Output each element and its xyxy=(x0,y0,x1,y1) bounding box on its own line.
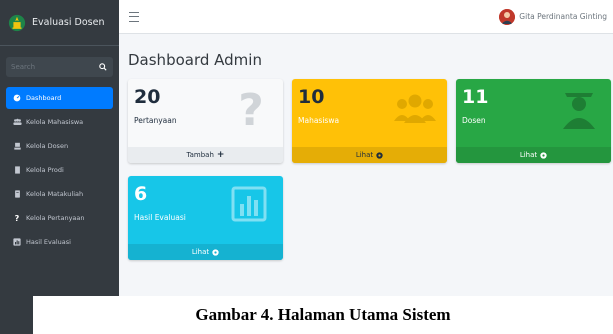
sidebar-item-kelola-pertanyaan[interactable]: ? Kelola Pertanyaan xyxy=(6,207,113,229)
stat-label: Mahasiswa xyxy=(298,116,340,125)
teacher-icon xyxy=(563,93,595,129)
brand[interactable]: Evaluasi Dosen xyxy=(0,0,119,46)
sidebar-item-hasil-evaluasi[interactable]: Hasil Evaluasi xyxy=(6,231,113,253)
user-menu[interactable]: Gita Perdinanta Ginting xyxy=(499,8,607,25)
lihat-mahasiswa-link[interactable]: Lihat xyxy=(292,147,447,163)
user-name: Gita Perdinanta Ginting xyxy=(519,12,607,21)
search-button[interactable] xyxy=(93,57,113,77)
figure-caption: Gambar 4. Halaman Utama Sistem xyxy=(33,296,613,334)
top-navbar: Gita Perdinanta Ginting xyxy=(119,0,613,34)
plus-icon: + xyxy=(216,150,225,160)
eye-icon xyxy=(540,151,547,159)
dashboard-icon xyxy=(12,93,22,103)
sidebar-item-dashboard[interactable]: Dashboard xyxy=(6,87,113,109)
stat-label: Hasil Evaluasi xyxy=(134,213,186,222)
footer-label: Lihat xyxy=(519,151,538,159)
sidebar-item-label: Dashboard xyxy=(26,94,62,102)
building-icon xyxy=(12,165,22,175)
page-title: Dashboard Admin xyxy=(128,51,262,69)
stat-value: 11 xyxy=(462,86,489,108)
users-icon xyxy=(394,94,436,123)
stat-value: 6 xyxy=(134,183,148,205)
users-icon xyxy=(12,117,22,127)
lihat-hasil-evaluasi-link[interactable]: Lihat xyxy=(128,244,283,260)
question-mark-icon: ? xyxy=(238,87,264,131)
sidebar-nav: Dashboard Kelola Mahasiswa Kelola Dosen … xyxy=(0,87,119,253)
main-content: Dashboard Admin 20 Pertanyaan ? Tambah +… xyxy=(119,34,613,334)
search-bar xyxy=(6,57,113,77)
university-logo-icon xyxy=(8,14,26,31)
footer-label: Lihat xyxy=(191,248,210,256)
stat-box-hasil-evaluasi: 6 Hasil Evaluasi Lihat xyxy=(128,176,283,260)
sidebar-item-label: Kelola Dosen xyxy=(26,142,69,150)
svg-text:?: ? xyxy=(238,87,264,131)
search-icon xyxy=(99,63,107,71)
sidebar-item-label: Kelola Prodi xyxy=(26,166,64,174)
sidebar-item-label: Kelola Matakuliah xyxy=(26,190,84,198)
question-icon: ? xyxy=(14,213,20,223)
footer-label: Tambah xyxy=(186,151,214,159)
brand-name: Evaluasi Dosen xyxy=(32,17,105,28)
stat-label: Pertanyaan xyxy=(134,116,177,125)
lihat-dosen-link[interactable]: Lihat xyxy=(456,147,611,163)
sidebar-item-kelola-matakuliah[interactable]: Kelola Matakuliah xyxy=(6,183,113,205)
footer-label: Lihat xyxy=(355,151,374,159)
stat-label: Dosen xyxy=(462,116,486,125)
sidebar-item-label: Kelola Pertanyaan xyxy=(26,214,85,222)
sidebar-item-kelola-prodi[interactable]: Kelola Prodi xyxy=(6,159,113,181)
bar-chart-icon xyxy=(231,186,267,222)
teacher-icon xyxy=(12,141,22,151)
tambah-link[interactable]: Tambah + xyxy=(128,147,283,163)
eye-icon xyxy=(376,151,383,159)
sidebar-item-kelola-dosen[interactable]: Kelola Dosen xyxy=(6,135,113,157)
avatar xyxy=(499,8,516,25)
sidebar: Evaluasi Dosen Dashboard Kelola Mahasisw… xyxy=(0,0,119,334)
stat-box-mahasiswa: 10 Mahasiswa Lihat xyxy=(292,79,447,163)
stat-box-dosen: 11 Dosen Lihat xyxy=(456,79,611,163)
eye-icon xyxy=(212,248,219,256)
report-icon xyxy=(12,237,22,247)
search-input[interactable] xyxy=(6,57,93,77)
stat-box-pertanyaan: 20 Pertanyaan ? Tambah + xyxy=(128,79,283,163)
stat-value: 10 xyxy=(298,86,325,108)
sidebar-item-label: Hasil Evaluasi xyxy=(26,238,71,246)
book-icon xyxy=(12,189,22,199)
hamburger-menu-icon[interactable] xyxy=(129,11,139,22)
stat-value: 20 xyxy=(134,86,161,108)
sidebar-item-label: Kelola Mahasiswa xyxy=(26,118,84,126)
sidebar-item-kelola-mahasiswa[interactable]: Kelola Mahasiswa xyxy=(6,111,113,133)
